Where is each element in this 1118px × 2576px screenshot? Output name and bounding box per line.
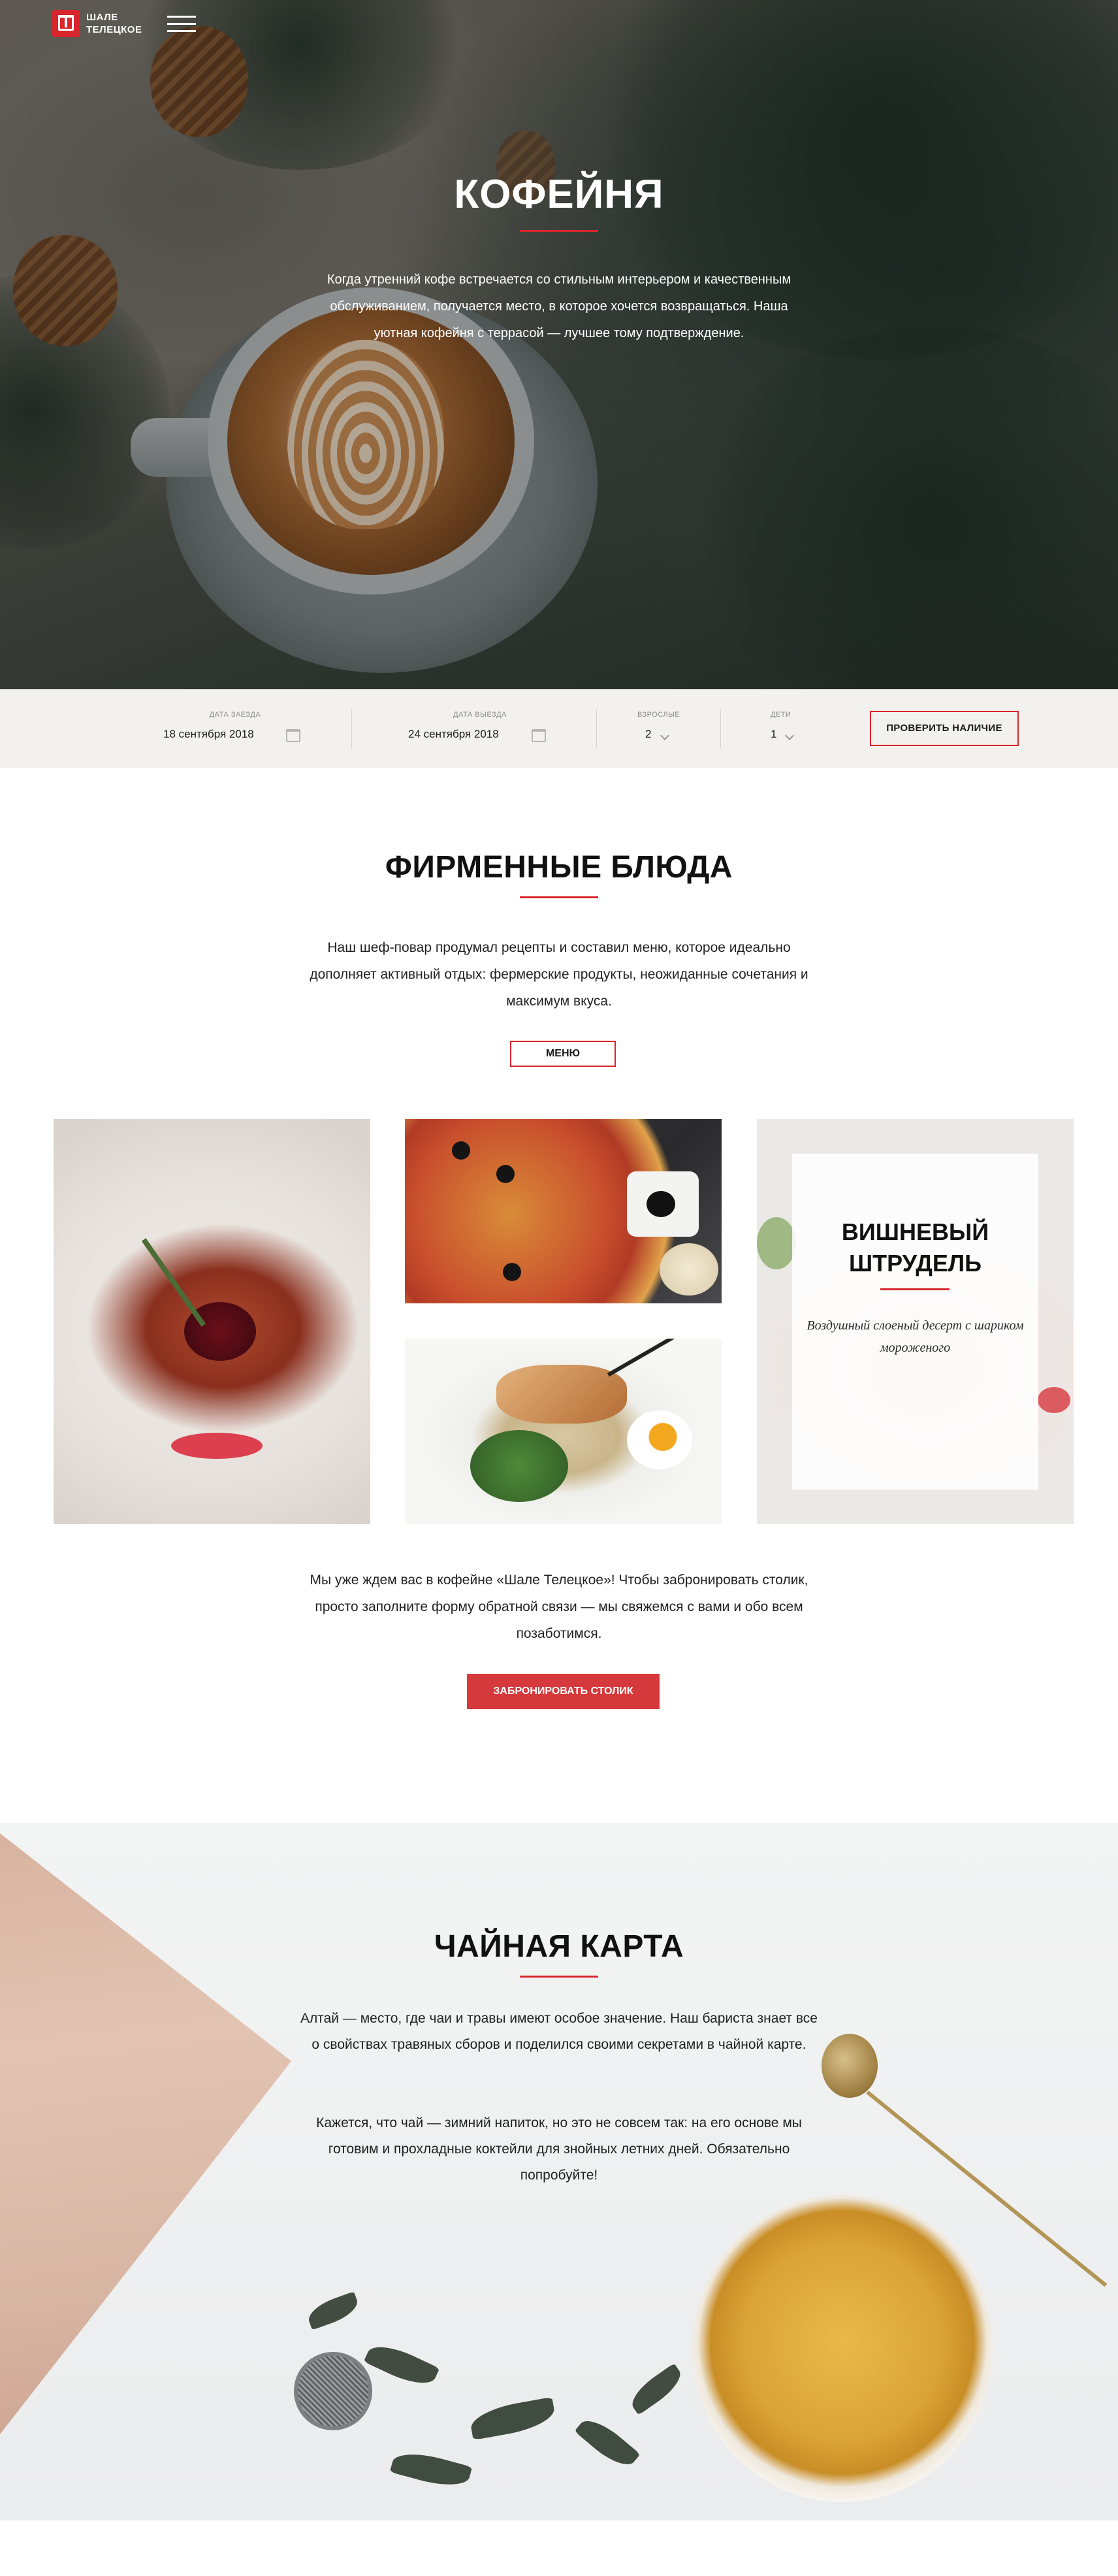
title-underline [520,230,598,232]
section-title-dishes: ФИРМЕННЫЕ БЛЮДА [385,850,733,885]
checkin-label: ДАТА ЗАЕЗДА [209,711,261,719]
hamburger-icon[interactable] [167,13,196,35]
calendar-icon[interactable] [532,729,546,742]
logo-text-line2: ТЕЛЕЦКОЕ [86,24,142,35]
checkout-label: ДАТА ВЫЕЗДА [453,711,507,719]
rosemary-decor [141,1238,206,1327]
cherry-decor [1038,1387,1070,1413]
reserve-description: Мы уже ждем вас в кофейне «Шале Телецкое… [310,1573,808,1641]
checkout-field[interactable]: ДАТА ВЫЕЗДА 24 сентября 2018 [408,711,552,740]
checkin-field[interactable]: ДАТА ЗАЕЗДА 18 сентября 2018 [163,711,307,740]
tea-description-1: Алтай — место, где чаи и травы имеют осо… [300,2011,818,2052]
field-divider [596,709,597,748]
field-divider [720,709,721,748]
dishes-description: Наш шеф-повар продумал рецепты и состави… [310,940,808,1009]
checkin-value: 18 сентября 2018 [163,728,254,740]
dish-photo-pizza[interactable] [405,1119,722,1303]
egg-decor [627,1410,692,1469]
cheese-decor [660,1243,718,1296]
logo-text[interactable]: ШАЛЕ ТЕЛЕЦКОЕ [86,11,165,36]
logo-mark[interactable] [52,10,80,37]
adults-label: ВЗРОСЛЫЕ [637,711,680,719]
dish-photo-noodles[interactable] [405,1339,722,1524]
field-divider [351,709,352,748]
reserve-table-button[interactable]: ЗАБРОНИРОВАТЬ СТОЛИК [467,1674,660,1709]
olive-decor [496,1165,515,1183]
children-label: ДЕТИ [771,711,791,719]
mint-decor [757,1217,796,1269]
strudel-description: Воздушный слоеный десерт с шариком морож… [807,1318,1024,1355]
olive-decor [452,1141,470,1160]
calendar-icon[interactable] [286,729,300,742]
title-underline [520,1976,598,1978]
page-title: КОФЕЙНЯ [454,172,664,217]
logo-text-line1: ШАЛЕ [86,12,118,23]
tea-description-2: Кажется, что чай — зимний напиток, но эт… [316,2115,802,2183]
olive-decor [503,1263,521,1281]
hero-description: Когда утренний кофе встречается со стиль… [327,272,791,340]
tea-cup-image [692,2195,993,2502]
adults-select[interactable]: ВЗРОСЛЫЕ 2 [637,711,703,740]
tea-strainer-decor [294,2352,372,2430]
checkout-value: 24 сентября 2018 [408,728,499,740]
greens-decor [470,1430,568,1502]
sauce-decor [171,1433,263,1459]
children-value: 1 [771,728,777,740]
strudel-title: ВИШНЕВЫЙ ШТРУДЕЛЬ [841,1218,989,1277]
spoon-decor [822,2034,878,2098]
logo-icon [58,15,74,31]
children-select[interactable]: ДЕТИ 1 [771,711,836,740]
check-availability-button[interactable]: ПРОВЕРИТЬ НАЛИЧИЕ [870,711,1019,746]
adults-value: 2 [645,728,652,740]
olives-bowl-decor [647,1191,675,1217]
dish-photo-meat[interactable] [54,1119,370,1524]
chopsticks-decor [607,1339,706,1377]
section-title-tea: ЧАЙНАЯ КАРТА [434,1929,684,1964]
title-underline [880,1288,950,1290]
title-underline [520,896,598,898]
menu-button[interactable]: МЕНЮ [510,1041,616,1067]
